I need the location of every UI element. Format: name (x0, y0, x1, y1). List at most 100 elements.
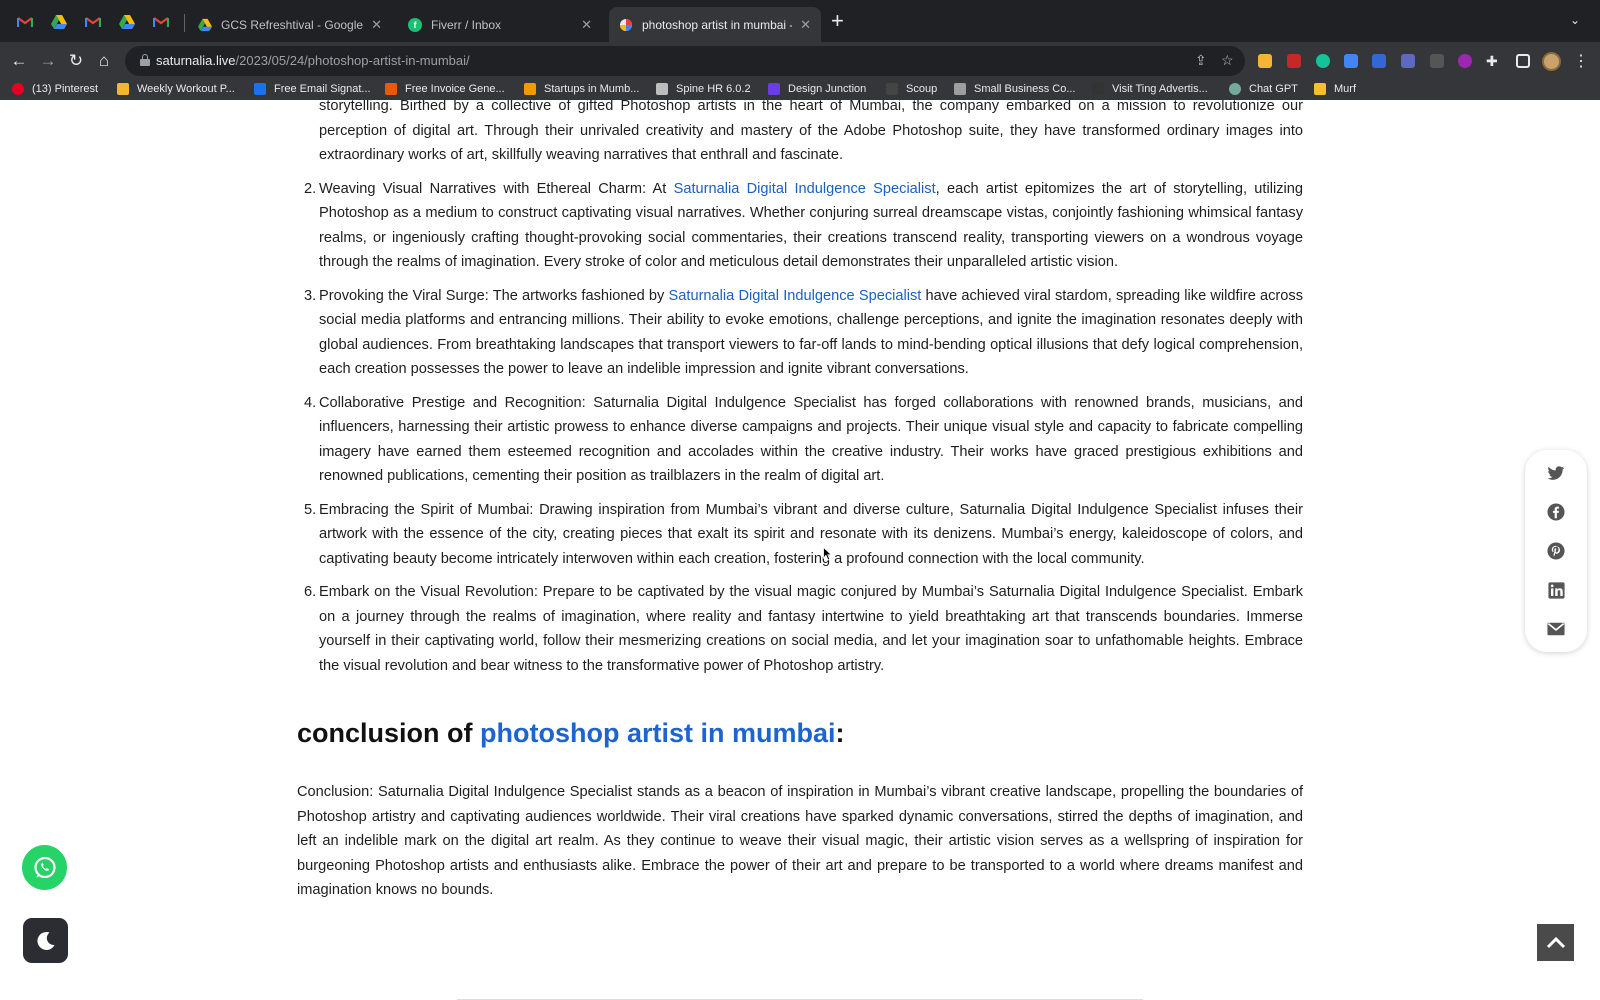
heading-suffix: : (835, 718, 845, 748)
back-arrow-icon[interactable]: ← (7, 49, 31, 73)
murf-icon (1314, 83, 1326, 95)
bookmark-item[interactable]: Free Invoice Gene... (385, 83, 505, 95)
extension-icon[interactable] (1401, 54, 1415, 68)
more-menu-icon[interactable]: ⋮ (1573, 51, 1589, 71)
close-tab-icon[interactable]: ✕ (581, 17, 592, 33)
gmail-icon (85, 17, 101, 27)
bookmark-item[interactable]: Murf (1314, 83, 1356, 95)
doc-icon (117, 83, 129, 95)
extension-icon[interactable] (1430, 54, 1444, 68)
feature-list: 2. Weaving Visual Narratives with Ethere… (297, 177, 1303, 679)
address-bar[interactable]: saturnalia.live/2023/05/24/photoshop-art… (125, 46, 1245, 76)
list-text: Embracing the Spirit of Mumbai: Drawing … (319, 501, 1303, 567)
whatsapp-chat-button[interactable] (22, 845, 67, 890)
startup-icon (524, 83, 536, 95)
twitter-icon[interactable] (1545, 462, 1567, 484)
grammarly-icon[interactable] (1316, 54, 1330, 68)
list-item: 3. Provoking the Viral Surge: The artwor… (297, 284, 1303, 382)
bookmark-item[interactable]: Visit Ting Advertis... (1092, 83, 1208, 95)
home-icon[interactable]: ⌂ (92, 49, 116, 73)
bookmark-star-icon[interactable]: ☆ (1221, 52, 1234, 69)
bookmark-label: Spine HR 6.0.2 (676, 83, 751, 95)
design-icon (768, 83, 780, 95)
chatgpt-icon (1229, 83, 1241, 95)
bookmark-item[interactable]: Spine HR 6.0.2 (656, 83, 751, 95)
bookmark-item[interactable]: Startups in Mumb... (524, 83, 639, 95)
chevron-up-icon (1546, 936, 1565, 948)
bookmark-label: Small Business Co... (974, 83, 1076, 95)
whatsapp-icon (33, 856, 56, 878)
tab-title: Fiverr / Inbox (431, 17, 502, 32)
extension-icon[interactable] (1372, 54, 1386, 68)
reload-icon[interactable]: ↻ (64, 49, 88, 73)
url-text[interactable]: saturnalia.live/2023/05/24/photoshop-art… (156, 53, 470, 68)
bookmark-label: Murf (1334, 83, 1356, 95)
side-panel-icon[interactable] (1516, 54, 1530, 68)
tab-title: GCS Refreshtival - Google Drive (221, 17, 364, 32)
bookmark-label: Chat GPT (1249, 83, 1298, 95)
conclusion-paragraph: Conclusion: Saturnalia Digital Indulgenc… (297, 784, 1303, 898)
email-icon[interactable] (1545, 618, 1567, 640)
close-tab-icon[interactable]: ✕ (371, 17, 382, 33)
bookmark-label: Scoup (906, 83, 938, 95)
bookmark-label: Startups in Mumb... (544, 83, 640, 95)
pinned-tab-gmail[interactable] (8, 8, 42, 36)
extensions-puzzle-icon[interactable]: ✚ (1486, 53, 1498, 70)
pinned-tab-gmail-3[interactable] (144, 8, 178, 36)
bookmarks-bar: (13) Pinterest Weekly Workout P... Free … (0, 80, 1600, 100)
list-item: 4. Collaborative Prestige and Recognitio… (297, 391, 1303, 489)
tab-google-drive[interactable]: GCS Refreshtival - Google Drive ✕ (188, 7, 392, 42)
invoice-icon (385, 83, 397, 95)
ting-icon (1092, 83, 1104, 95)
new-tab-plus-icon[interactable]: + (831, 9, 844, 33)
scoup-icon (886, 83, 898, 95)
url-path: /2023/05/24/photoshop-artist-in-mumbai/ (235, 53, 470, 68)
bookmark-item[interactable]: Weekly Workout P... (117, 83, 235, 95)
forward-arrow-icon[interactable]: → (36, 49, 60, 73)
bookmark-item[interactable]: Free Email Signat... (254, 83, 371, 95)
bookmark-item[interactable]: (13) Pinterest (12, 83, 98, 95)
avatar[interactable] (1542, 52, 1561, 71)
extension-icon[interactable] (1344, 54, 1358, 68)
gmail-icon (153, 17, 169, 27)
list-item: 6. Embark on the Visual Revolution: Prep… (297, 580, 1303, 678)
pinterest-icon[interactable] (1545, 540, 1567, 562)
ai-extension-icon[interactable] (1458, 54, 1472, 68)
pinned-tab-drive-2[interactable] (110, 8, 144, 36)
close-tab-icon[interactable]: ✕ (800, 17, 811, 33)
heading-link[interactable]: photoshop artist in mumbai (480, 718, 836, 748)
pinned-tab-drive[interactable] (42, 8, 76, 36)
company-link[interactable]: Saturnalia Digital Indulgence Specialist (669, 288, 922, 304)
linkedin-icon[interactable] (1545, 579, 1567, 601)
bookmark-item[interactable]: Chat GPT (1229, 83, 1298, 95)
list-number: 3. (304, 287, 317, 304)
bookmark-item[interactable]: Design Junction (768, 83, 866, 95)
bookmark-item[interactable]: Small Business Co... (954, 83, 1075, 95)
dark-mode-toggle[interactable] (23, 918, 68, 963)
bookmark-item[interactable]: Scoup (886, 83, 937, 95)
list-item: 5. Embracing the Spirit of Mumbai: Drawi… (297, 498, 1303, 572)
bookmark-label: Design Junction (788, 83, 867, 95)
pinned-tab-gmail-2[interactable] (76, 8, 110, 36)
business-icon (954, 83, 966, 95)
tab-fiverr-inbox[interactable]: f Fiverr / Inbox ✕ (398, 7, 602, 42)
share-rail (1525, 450, 1587, 652)
extension-icon[interactable] (1287, 54, 1301, 68)
heading-prefix: conclusion of (297, 718, 481, 748)
tab-photoshop-artist[interactable]: photoshop artist in mumbai - S ✕ (609, 7, 821, 42)
back-to-top-button[interactable] (1537, 924, 1574, 961)
tab-search-chevron-icon[interactable]: ⌄ (1570, 13, 1580, 27)
tab-title: photoshop artist in mumbai - S (642, 17, 793, 32)
company-link[interactable]: Saturnalia Digital Indulgence Specialist (674, 181, 936, 197)
list-item-continuation: storytelling. Birthed by a collective of… (319, 100, 1303, 163)
tab-separator (184, 14, 185, 32)
lock-icon[interactable] (140, 54, 150, 66)
extension-icon[interactable] (1258, 54, 1272, 68)
pinterest-icon (12, 83, 24, 95)
article-body: storytelling. Birthed by a collective of… (297, 100, 1303, 903)
facebook-icon[interactable] (1545, 501, 1567, 523)
list-text: Provoking the Viral Surge: The artworks … (319, 287, 669, 304)
share-page-icon[interactable]: ⇪ (1195, 52, 1207, 69)
google-drive-icon (198, 18, 212, 31)
list-number: 4. (304, 394, 317, 411)
